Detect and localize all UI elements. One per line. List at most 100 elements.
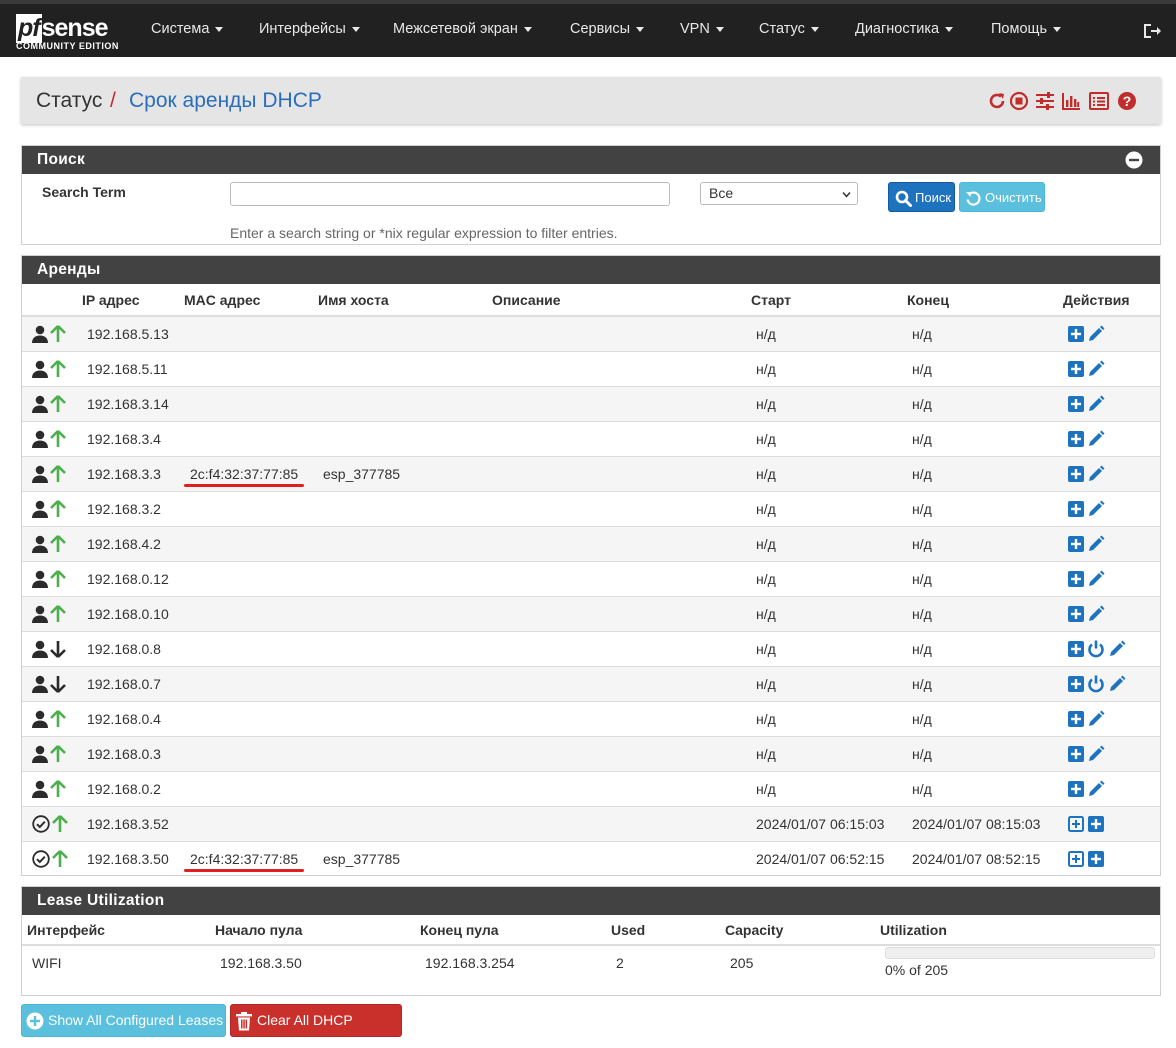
lease-actions [1063,630,1160,666]
lease-hostname [318,805,492,841]
menu-diagnostics[interactable]: Диагностика [855,21,954,37]
lease-status [22,385,82,421]
lease-actions [1063,315,1160,351]
edit-pencil-icon[interactable] [1087,570,1105,588]
user-icon [32,780,48,798]
add-static-mapping-icon[interactable] [1068,500,1084,517]
add-static-mapping-icon[interactable] [1068,465,1084,482]
restart-icon[interactable] [987,91,1007,111]
add-static-mapping-outline-icon[interactable] [1068,816,1084,833]
col-ip[interactable]: IP адрес [82,284,184,317]
edit-pencil-icon[interactable] [1087,360,1105,378]
menu-firewall[interactable]: Межсетевой экран [393,21,532,37]
lease-status [22,490,82,526]
edit-pencil-icon[interactable] [1108,640,1126,658]
leases-panel: Аренды IP адрес MAC адрес Имя хоста Опис… [21,255,1161,876]
col-host[interactable]: Имя хоста [318,284,492,317]
clear-all-leases-button[interactable]: Clear All DHCP Leases [230,1004,402,1048]
col-mac[interactable]: MAC адрес [184,284,318,317]
util-pool-end: 192.168.3.254 [425,955,515,971]
check-circle-icon [32,814,50,833]
menu-vpn[interactable]: VPN [680,21,724,37]
add-static-mapping-icon[interactable] [1068,640,1084,657]
lease-description [492,525,751,561]
lease-end: н/д [907,385,1063,421]
plus-circle-icon [26,1012,44,1030]
lease-status [22,455,82,491]
menu-system[interactable]: Система [151,21,224,37]
add-static-mapping-icon[interactable] [1068,535,1084,552]
lease-ip: 192.168.4.2 [82,525,184,561]
menu-interfaces[interactable]: Интерфейсы [259,21,360,37]
add-static-mapping-icon[interactable] [1068,325,1084,342]
caret-down-icon [215,26,224,32]
lease-ip: 192.168.3.52 [82,805,184,841]
caret-down-icon [945,26,954,32]
add-static-mapping-outline-icon[interactable] [1068,851,1084,868]
col-actions[interactable]: Действия [1063,284,1160,317]
show-all-leases-button[interactable]: Show All Configured Leases [21,1004,226,1037]
edit-pencil-icon[interactable] [1087,710,1105,728]
undo-icon [966,191,981,206]
breadcrumb-section[interactable]: Статус [36,89,102,113]
edit-pencil-icon[interactable] [1087,745,1105,763]
edit-pencil-icon[interactable] [1087,780,1105,798]
edit-pencil-icon[interactable] [1087,465,1105,483]
col-used: Used [611,915,725,946]
add-static-mapping-icon[interactable] [1068,710,1084,727]
search-field-select[interactable]: Все [700,182,858,205]
search-panel-header: Поиск [22,146,1160,174]
clear-button[interactable]: Очистить [959,182,1045,212]
add-static-mapping-icon[interactable] [1068,395,1084,412]
edit-pencil-icon[interactable] [1087,325,1105,343]
add-static-mapping-icon[interactable] [1068,360,1084,377]
col-desc[interactable]: Описание [492,284,751,317]
settings-sliders-icon[interactable] [1035,91,1055,111]
col-start[interactable]: Старт [751,284,907,317]
lease-end: н/д [907,595,1063,631]
add-static-mapping-icon[interactable] [1068,430,1084,447]
edit-pencil-icon[interactable] [1108,675,1126,693]
search-input[interactable] [230,182,670,206]
edit-pencil-icon[interactable] [1087,430,1105,448]
menu-help[interactable]: Помощь [991,21,1062,37]
list-icon[interactable] [1089,91,1109,111]
edit-pencil-icon[interactable] [1087,535,1105,553]
add-static-mapping-icon[interactable] [1068,570,1084,587]
power-icon[interactable] [1087,675,1105,693]
edit-pencil-icon[interactable] [1087,395,1105,413]
logout-icon[interactable] [1142,22,1162,40]
lease-description [492,350,751,386]
add-static-mapping-icon[interactable] [1068,675,1084,692]
search-button[interactable]: Поиск [888,182,955,212]
lease-hostname [318,525,492,561]
add-static-mapping-icon[interactable] [1088,816,1104,833]
add-static-mapping-icon[interactable] [1068,780,1084,797]
lease-start: н/д [751,315,907,351]
arrow-up-icon [50,394,66,412]
edit-pencil-icon[interactable] [1087,500,1105,518]
add-static-mapping-icon[interactable] [1088,851,1104,868]
col-pool-start: Начало пула [215,915,420,946]
stop-icon[interactable] [1009,91,1029,111]
lease-start: н/д [751,630,907,666]
arrow-up-icon [50,709,66,727]
lease-ip: 192.168.3.3 [82,455,184,491]
help-icon[interactable]: ? [1117,91,1137,111]
col-end[interactable]: Конец [907,284,1063,317]
add-static-mapping-icon[interactable] [1068,605,1084,622]
lease-actions [1063,700,1160,736]
collapse-icon[interactable] [1125,151,1143,169]
menu-services[interactable]: Сервисы [570,21,645,37]
col-capacity: Capacity [725,915,880,946]
power-icon[interactable] [1087,640,1105,658]
edit-pencil-icon[interactable] [1087,605,1105,623]
menu-status[interactable]: Статус [759,21,819,37]
lease-start: н/д [751,490,907,526]
arrow-up-icon [50,744,66,762]
pfsense-logo[interactable]: pfsense COMMUNITY EDITION [16,14,124,54]
chart-icon[interactable] [1061,91,1081,111]
add-static-mapping-icon[interactable] [1068,745,1084,762]
page-title[interactable]: Срок аренды DHCP [129,89,322,113]
lease-end: 2024/01/07 08:15:03 [907,805,1063,841]
